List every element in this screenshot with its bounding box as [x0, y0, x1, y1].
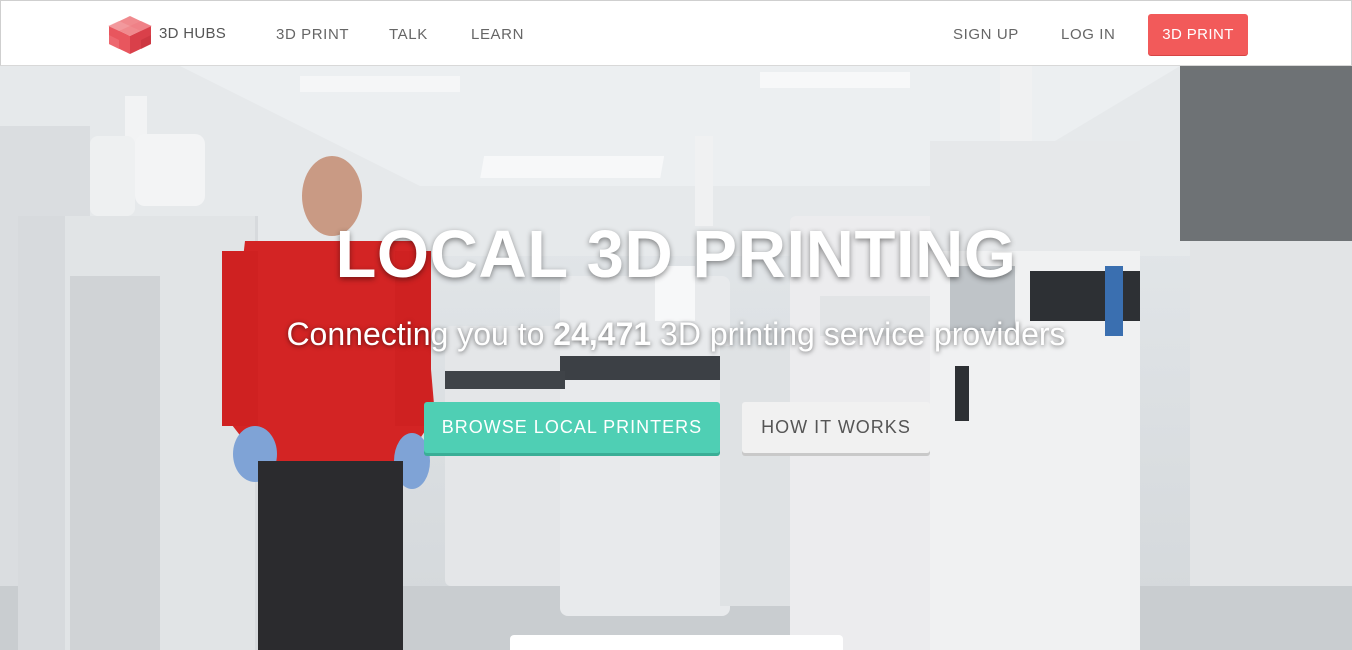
brand-logo-link[interactable]: 3D HUBS [107, 15, 226, 55]
how-it-works-button[interactable]: HOW IT WORKS [742, 402, 930, 453]
3d-hubs-cube-logo-icon [108, 16, 152, 54]
nav-3d-print-button[interactable]: 3D PRINT [1148, 14, 1248, 55]
hero-subtitle-suffix: 3D printing service providers [651, 316, 1066, 352]
nav-link-sign-up[interactable]: SIGN UP [953, 26, 1019, 43]
nav-link-log-in[interactable]: LOG IN [1061, 26, 1115, 43]
nav-link-learn[interactable]: LEARN [471, 26, 524, 43]
hero-section: LOCAL 3D PRINTING Connecting you to 24,4… [0, 66, 1352, 650]
brand-name: 3D HUBS [159, 24, 227, 42]
nav-link-talk[interactable]: TALK [389, 26, 428, 43]
top-navbar: 3D HUBS 3D PRINT TALK LEARN SIGN UP LOG … [0, 0, 1352, 66]
browse-local-printers-button[interactable]: BROWSE LOCAL PRINTERS [424, 402, 720, 453]
provider-count: 24,471 [553, 316, 652, 352]
nav-link-3d-print[interactable]: 3D PRINT [276, 26, 349, 43]
hero-subtitle: Connecting you to 24,471 3D printing ser… [0, 316, 1352, 353]
hero-subtitle-prefix: Connecting you to [286, 316, 554, 352]
hero-title: LOCAL 3D PRINTING [335, 217, 1017, 292]
hero-background-photo [0, 66, 1352, 650]
search-card-top [510, 635, 843, 650]
